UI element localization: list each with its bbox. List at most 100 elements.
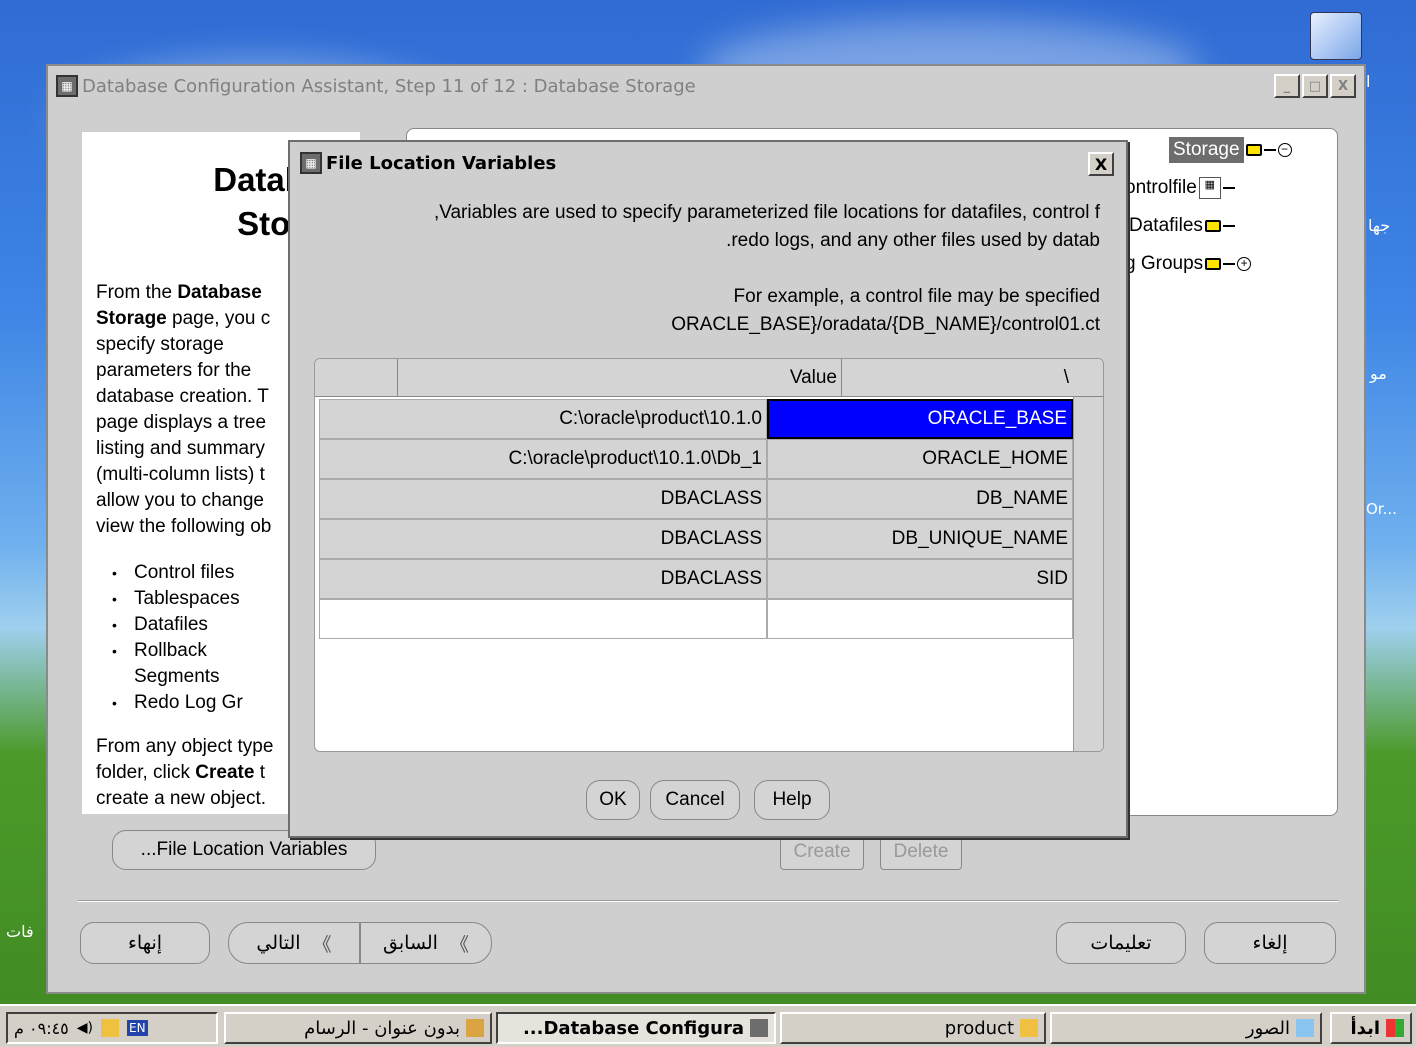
taskbar-item-photos[interactable]: الصور — [1050, 1012, 1322, 1044]
table-scrollbar[interactable] — [1073, 397, 1103, 751]
help-bold: Create — [195, 762, 255, 783]
taskbar-label: product — [944, 1017, 1014, 1039]
table-row[interactable]: DBACLASS DB_NAME — [319, 479, 1073, 519]
dialog-example: For example, a control file may be speci… — [733, 286, 1100, 307]
table-row[interactable]: C:\oracle\product\10.1.0 ORACLE_BASE — [319, 399, 1073, 439]
tree-node-label: ontrolfile — [1125, 177, 1197, 198]
system-tray: ٠٩:٤٥ م ◀) EN — [6, 1012, 218, 1044]
tree-node-label: g Groups — [1125, 253, 1204, 274]
paint-icon — [466, 1019, 484, 1037]
taskbar-label: الصور — [1245, 1017, 1290, 1039]
help-bold: Storage — [96, 308, 167, 329]
help-bold: Database — [177, 282, 262, 303]
start-label: ابدأ — [1350, 1017, 1381, 1039]
window-titlebar[interactable]: ▦ Database Configuration Assistant, Step… — [48, 66, 1364, 106]
expand-icon[interactable]: + — [1237, 257, 1252, 271]
dialog-example-path: ORACLE_BASE}/oradata/{DB_NAME}/control01… — [671, 314, 1100, 335]
next-label: التالي — [256, 932, 301, 954]
folder-icon — [1205, 258, 1222, 270]
desktop-text: جها — [1368, 216, 1391, 235]
table-row[interactable]: C:\oracle\product\10.1.0\Db_1 ORACLE_HOM… — [319, 439, 1073, 479]
help-button[interactable]: تعليمات — [1056, 922, 1186, 964]
column-header-variable[interactable]: \ — [841, 359, 1073, 397]
value-cell[interactable]: DBACLASS — [319, 559, 767, 599]
folder-icon — [1204, 220, 1221, 232]
db-app-icon: ▦ — [300, 152, 322, 174]
next-button[interactable]: التالي 《 — [228, 922, 360, 964]
list-item: Rollback Segments — [112, 638, 264, 690]
db-app-icon: ▦ — [56, 75, 78, 97]
create-button[interactable]: Create — [780, 834, 864, 870]
dialog-help-button[interactable]: Help — [754, 780, 830, 820]
column-header-value[interactable]: Value — [397, 359, 841, 397]
maximize-button[interactable]: □ — [1302, 74, 1328, 98]
taskbar-label: بدون عنوان - الرسام — [304, 1017, 460, 1039]
dialog-title: File Location Variables — [326, 152, 557, 174]
variable-cell[interactable]: ORACLE_BASE — [767, 399, 1073, 439]
dialog-close-button[interactable]: X — [1088, 152, 1114, 176]
db-app-icon — [750, 1019, 768, 1037]
file-location-variables-dialog: ▦ File Location Variables X ,Variables a… — [288, 140, 1128, 838]
dialog-ok-button[interactable]: OK — [586, 780, 640, 820]
taskbar-item-product[interactable]: product — [780, 1012, 1046, 1044]
value-cell[interactable]: C:\oracle\product\10.1.0 — [319, 399, 767, 439]
taskbar: ابدأ الصور product ...Database Configura… — [0, 1004, 1416, 1047]
folder-icon — [1245, 144, 1262, 156]
back-button[interactable]: السابق 《 — [360, 922, 492, 964]
speaker-icon[interactable]: ◀) — [77, 1020, 93, 1036]
tree-root-label: Storage — [1169, 137, 1244, 163]
cancel-button[interactable]: إلغاء — [1204, 922, 1336, 964]
taskbar-label: ...Database Configura — [522, 1017, 744, 1039]
dialog-description: ,Variables are used to specify parameter… — [433, 202, 1100, 223]
controlfile-icon: ▦ — [1198, 177, 1221, 199]
help-text: folder, click — [96, 762, 196, 783]
desktop-text: مو — [1370, 364, 1387, 383]
back-arrow-icon: 《 — [449, 934, 469, 956]
value-cell[interactable]: C:\oracle\product\10.1.0\Db_1 — [319, 439, 767, 479]
folder-icon — [1020, 1019, 1038, 1037]
value-cell[interactable] — [319, 599, 767, 639]
tree-node-storage[interactable]: Storage − — [1169, 137, 1292, 163]
dialog-cancel-button[interactable]: Cancel — [650, 780, 740, 820]
variable-cell[interactable]: ORACLE_HOME — [767, 439, 1073, 479]
back-arrow-icon: 《 — [312, 934, 332, 956]
window-title: Database Configuration Assistant, Step 1… — [82, 75, 696, 97]
desktop-text: ا — [1366, 72, 1371, 91]
photos-icon — [1296, 1019, 1314, 1037]
table-row-empty[interactable] — [319, 599, 1073, 639]
help-text: From the — [96, 282, 178, 303]
delete-button[interactable]: Delete — [880, 834, 962, 870]
value-cell[interactable]: DBACLASS — [319, 479, 767, 519]
help-text: t — [254, 762, 265, 783]
finish-button[interactable]: إنهاء — [80, 922, 210, 964]
language-indicator[interactable]: EN — [127, 1020, 148, 1036]
help-text: page, you c — [166, 308, 271, 329]
variables-table: Value \ C:\oracle\product\10.1.0 ORACLE_… — [314, 358, 1104, 752]
table-row[interactable]: DBACLASS SID — [319, 559, 1073, 599]
desktop-icon[interactable] — [1310, 12, 1362, 60]
collapse-icon[interactable]: − — [1277, 143, 1292, 157]
tree-node-label: Datafiles — [1129, 215, 1203, 236]
taskbar-item-paint[interactable]: بدون عنوان - الرسام — [224, 1012, 492, 1044]
network-warning-icon[interactable] — [101, 1019, 119, 1037]
taskbar-item-dbca[interactable]: ...Database Configura — [496, 1012, 776, 1044]
table-header: Value \ — [315, 359, 1103, 397]
variable-cell[interactable]: SID — [767, 559, 1073, 599]
dialog-description: .redo logs, and any other files used by … — [726, 230, 1100, 251]
variable-cell[interactable] — [767, 599, 1073, 639]
clock[interactable]: ٠٩:٤٥ م — [14, 1019, 69, 1038]
close-button[interactable]: X — [1330, 74, 1356, 98]
start-button[interactable]: ابدأ — [1330, 1012, 1412, 1044]
desktop-text: فات — [6, 922, 34, 941]
tree-node-datafiles[interactable]: Datafiles — [1129, 215, 1235, 237]
windows-logo-icon — [1386, 1019, 1404, 1037]
tree-node-controlfile[interactable]: ontrolfile ▦ — [1125, 177, 1235, 199]
tree-node-redo-groups[interactable]: g Groups + — [1125, 253, 1252, 275]
value-cell[interactable]: DBACLASS — [319, 519, 767, 559]
table-row[interactable]: DBACLASS DB_UNIQUE_NAME — [319, 519, 1073, 559]
variable-cell[interactable]: DB_UNIQUE_NAME — [767, 519, 1073, 559]
back-label: السابق — [383, 932, 438, 954]
variable-cell[interactable]: DB_NAME — [767, 479, 1073, 519]
dialog-titlebar[interactable]: ▦ File Location Variables X — [290, 142, 1126, 184]
minimize-button[interactable]: _ — [1274, 74, 1300, 98]
